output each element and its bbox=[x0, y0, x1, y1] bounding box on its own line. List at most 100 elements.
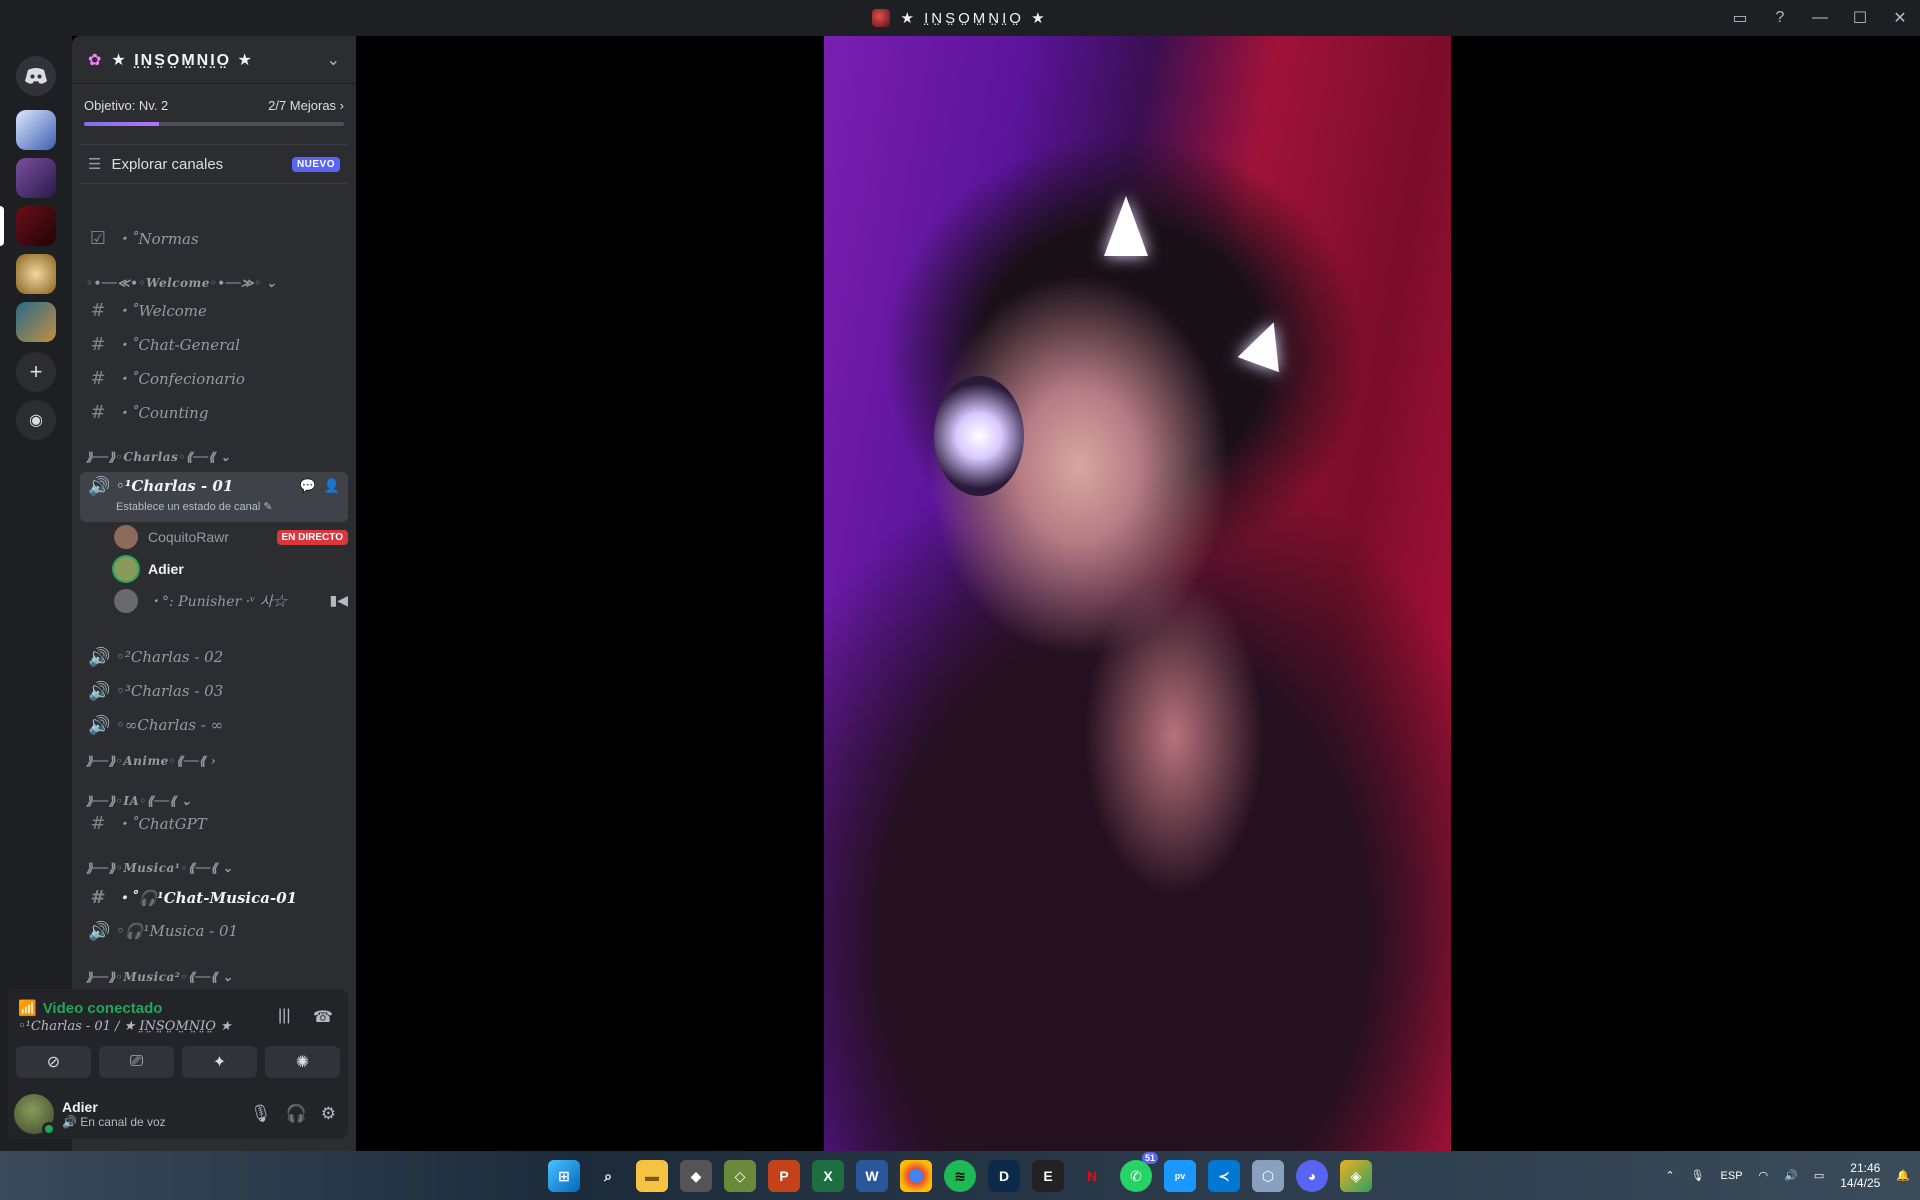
channel-status-hint[interactable]: Establece un estado de canal ✎ bbox=[116, 500, 273, 513]
prime-video-icon[interactable]: pv bbox=[1164, 1160, 1196, 1192]
maximize-button[interactable]: ☐ bbox=[1840, 0, 1880, 36]
camera-icon: ▮◀ bbox=[329, 593, 348, 609]
chrome-icon[interactable] bbox=[900, 1160, 932, 1192]
channel-charlas-inf[interactable]: 🔊 ◦∞Charlas - ∞ bbox=[80, 709, 348, 741]
category-musica-1[interactable]: ⟫──⟫◦Musica¹◦⟪──⟪ ⌄ bbox=[86, 861, 233, 875]
word-icon[interactable]: W bbox=[856, 1160, 888, 1192]
boost-goal[interactable]: Objetivo: Nv. 2 2/7 Mejoras › bbox=[72, 84, 356, 134]
notifications-icon[interactable]: 🔔 bbox=[1896, 1169, 1910, 1182]
minimize-button[interactable]: — bbox=[1800, 0, 1840, 36]
category-welcome[interactable]: ◦•──≪•◦Welcome◦•──≫◦ ⌄ bbox=[86, 276, 277, 290]
noise-suppression-icon[interactable]: ||| bbox=[278, 1007, 290, 1025]
help-icon[interactable]: ? bbox=[1760, 0, 1800, 36]
excel-icon[interactable]: X bbox=[812, 1160, 844, 1192]
avatar bbox=[114, 525, 138, 549]
server-name: ★ I̤N̤S̤O̤M̤N̤I̤O̤ ★ bbox=[111, 51, 254, 69]
voice-user-adier[interactable]: Adier bbox=[114, 555, 348, 583]
user-avatar[interactable] bbox=[14, 1094, 56, 1136]
spotify-icon[interactable]: ≋ bbox=[944, 1160, 976, 1192]
server-list: + ◉ bbox=[0, 36, 72, 1151]
channel-welcome[interactable]: # ・˚Welcome bbox=[80, 294, 348, 326]
channel-charlas-01-label[interactable]: 🔊 ◦¹Charlas - 01 💬 👤 bbox=[80, 472, 348, 500]
close-button[interactable]: ✕ bbox=[1880, 0, 1920, 36]
server-icon bbox=[872, 9, 891, 27]
video-stream[interactable] bbox=[824, 36, 1451, 1151]
avatar bbox=[114, 589, 138, 613]
inbox-icon[interactable]: ▭ bbox=[1720, 0, 1760, 36]
activities-button[interactable]: ✦ bbox=[182, 1046, 257, 1078]
channel-charlas-03[interactable]: 🔊 ◦³Charlas - 03 bbox=[80, 675, 348, 707]
chevron-up-icon[interactable]: ⌃ bbox=[1665, 1169, 1674, 1182]
search-icon[interactable]: ⌕ bbox=[592, 1160, 624, 1192]
text-channel-icon: # bbox=[90, 367, 106, 389]
vscode-icon[interactable]: ≺ bbox=[1208, 1160, 1240, 1192]
volume-icon[interactable]: 🔊 bbox=[1784, 1169, 1798, 1182]
speaker-icon: 🔊 bbox=[88, 646, 111, 668]
file-explorer-icon[interactable]: ▬ bbox=[636, 1160, 668, 1192]
start-icon[interactable]: ⊞ bbox=[548, 1160, 580, 1192]
speaker-icon: 🔊 bbox=[88, 680, 111, 702]
battery-icon[interactable]: ▭ bbox=[1814, 1169, 1824, 1182]
camera-off-button[interactable]: ⊘ bbox=[16, 1046, 91, 1078]
disney-icon[interactable]: D bbox=[988, 1160, 1020, 1192]
channel-chat-general[interactable]: # ・˚Chat-General bbox=[80, 328, 348, 360]
text-channel-icon: # bbox=[90, 401, 106, 423]
wifi-icon[interactable]: ◠ bbox=[1759, 1169, 1769, 1182]
server-avatar-5[interactable] bbox=[16, 302, 56, 342]
window-title: ★ I̤N̤S̤O̤M̤N̤I̤O̤ ★ bbox=[872, 9, 1047, 27]
channel-sidebar: ✿ ★ I̤N̤S̤O̤M̤N̤I̤O̤ ★ ⌄ Objetivo: Nv. 2… bbox=[72, 36, 356, 1151]
channel-confecionario[interactable]: # ・˚Confecionario bbox=[80, 362, 348, 394]
channel-normas[interactable]: ☑ ・˚Normas bbox=[80, 222, 348, 254]
epic-games-icon[interactable]: E bbox=[1032, 1160, 1064, 1192]
server-avatar-insomnio[interactable] bbox=[16, 206, 56, 246]
whatsapp-icon[interactable]: ✆ 51 bbox=[1120, 1152, 1158, 1192]
category-anime[interactable]: ⟫──⟫◦Anime◦⟪──⟪ › bbox=[86, 754, 216, 768]
microphone-tray-icon[interactable]: 🎙 bbox=[1691, 1169, 1705, 1182]
settings-icon[interactable]: ⚙ bbox=[321, 1104, 336, 1124]
voice-user-coquitorawr[interactable]: CoquitoRawr EN DIRECTO bbox=[114, 523, 348, 551]
language-indicator[interactable]: ESP bbox=[1721, 1170, 1743, 1182]
server-avatar-2[interactable] bbox=[16, 158, 56, 198]
server-avatar-1[interactable] bbox=[16, 110, 56, 150]
app-icon[interactable]: ◆ bbox=[680, 1160, 712, 1192]
explore-icon: ☰ bbox=[88, 156, 102, 173]
voice-user-panel: 📶 Video conectado ◦¹Charlas - 01 / ★ I̤N̤… bbox=[8, 989, 348, 1139]
explore-servers-icon[interactable]: ◉ bbox=[16, 400, 56, 440]
add-server-icon[interactable]: + bbox=[16, 352, 56, 392]
category-ia[interactable]: ⟫──⟫◦IA◦⟪──⟪ ⌄ bbox=[86, 794, 192, 808]
channel-chatgpt[interactable]: # ・˚ChatGPT bbox=[80, 807, 348, 839]
app-icon[interactable]: ⬡ bbox=[1252, 1160, 1284, 1192]
channel-chat-musica[interactable]: # ・˚🎧¹Chat-Musica-01 bbox=[80, 881, 348, 913]
channel-charlas-02[interactable]: 🔊 ◦²Charlas - 02 bbox=[80, 641, 348, 673]
server-header[interactable]: ✿ ★ I̤N̤S̤O̤M̤N̤I̤O̤ ★ ⌄ bbox=[72, 36, 356, 84]
powerpoint-icon[interactable]: P bbox=[768, 1160, 800, 1192]
clock[interactable]: 21:46 14/4/25 bbox=[1840, 1161, 1880, 1191]
explore-channels[interactable]: ☰ Explorar canales NUEVO bbox=[80, 144, 348, 184]
category-musica-2[interactable]: ⟫──⟫◦Musica²◦⟪──⟪ ⌄ bbox=[86, 970, 233, 984]
discord-taskbar-icon[interactable]: ◕ bbox=[1296, 1160, 1328, 1192]
speaker-icon: 🔊 bbox=[88, 714, 111, 736]
discord-home-icon[interactable] bbox=[16, 56, 56, 96]
voice-user-punisher[interactable]: ・°: Punisher ·ᵛ 사☆ ▮◀ bbox=[114, 587, 348, 615]
channel-counting[interactable]: # ・˚Counting bbox=[80, 396, 348, 428]
microphone-icon[interactable]: 🎙 bbox=[250, 1104, 272, 1124]
notification-badge: 51 bbox=[1141, 1152, 1158, 1164]
soundboard-button[interactable]: ✺ bbox=[265, 1046, 340, 1078]
app-icon[interactable]: ◇ bbox=[724, 1160, 756, 1192]
app-icon[interactable]: ◈ bbox=[1340, 1160, 1372, 1192]
text-channel-icon: # bbox=[90, 333, 106, 355]
avatar bbox=[114, 557, 138, 581]
category-charlas[interactable]: ⟫──⟫◦Charlas◦⟪──⟪ ⌄ bbox=[86, 450, 231, 464]
chat-icon[interactable]: 💬 bbox=[300, 479, 316, 494]
disconnect-icon[interactable]: ☎ bbox=[313, 1007, 333, 1027]
cat-ear-light bbox=[1237, 314, 1295, 373]
text-channel-icon: # bbox=[90, 299, 106, 321]
windows-taskbar: ⊞ ⌕ ▬ ◆ ◇ P X W ≋ D E N ✆ 51 pv ≺ ⬡ ◕ ◈ ⌃… bbox=[0, 1151, 1920, 1200]
netflix-icon[interactable]: N bbox=[1076, 1160, 1108, 1192]
invite-icon[interactable]: 👤 bbox=[324, 479, 340, 494]
headphones-icon[interactable]: 🎧 bbox=[286, 1104, 307, 1124]
new-badge: NUEVO bbox=[291, 156, 340, 172]
channel-musica-01[interactable]: 🔊 ◦🎧¹Musica - 01 bbox=[80, 915, 348, 947]
screen-share-button[interactable]: ⎚ bbox=[99, 1046, 174, 1078]
server-avatar-4[interactable] bbox=[16, 254, 56, 294]
